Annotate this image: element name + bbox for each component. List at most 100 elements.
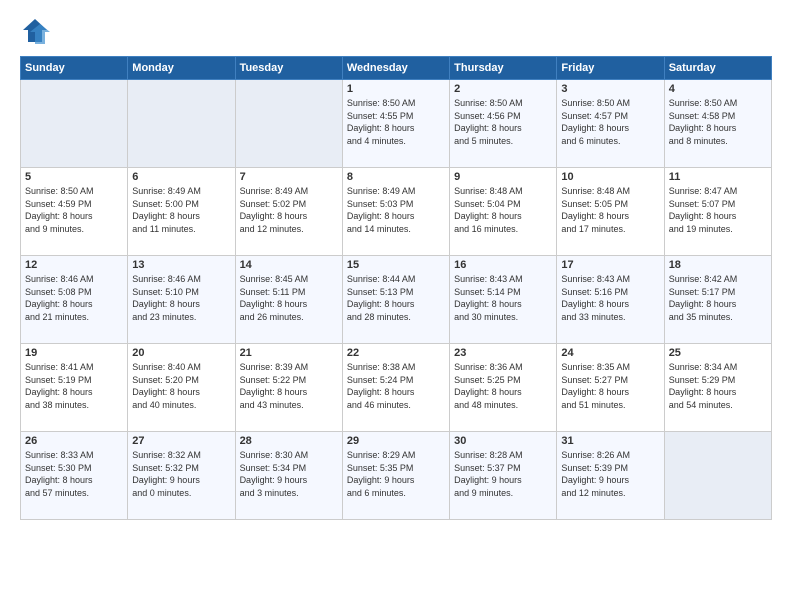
day-number: 7 bbox=[240, 171, 338, 183]
day-cell: 8 Sunrise: 8:49 AM Sunset: 5:03 PM Daylig… bbox=[342, 168, 449, 256]
day-info: Sunrise: 8:48 AM Sunset: 5:04 PM Dayligh… bbox=[454, 185, 552, 235]
day-number: 2 bbox=[454, 83, 552, 95]
page: SundayMondayTuesdayWednesdayThursdayFrid… bbox=[0, 0, 792, 612]
day-cell bbox=[21, 80, 128, 168]
day-cell: 7 Sunrise: 8:49 AM Sunset: 5:02 PM Daylig… bbox=[235, 168, 342, 256]
day-number: 5 bbox=[25, 171, 123, 183]
day-number: 22 bbox=[347, 347, 445, 359]
day-number: 17 bbox=[561, 259, 659, 271]
day-info: Sunrise: 8:26 AM Sunset: 5:39 PM Dayligh… bbox=[561, 449, 659, 499]
header-cell-saturday: Saturday bbox=[664, 57, 771, 80]
day-number: 31 bbox=[561, 435, 659, 447]
day-info: Sunrise: 8:46 AM Sunset: 5:08 PM Dayligh… bbox=[25, 273, 123, 323]
day-info: Sunrise: 8:50 AM Sunset: 4:58 PM Dayligh… bbox=[669, 97, 767, 147]
day-number: 25 bbox=[669, 347, 767, 359]
week-row-1: 5Sunrise: 8:50 AM Sunset: 4:59 PM Daylig… bbox=[21, 168, 772, 256]
day-number: 13 bbox=[132, 259, 230, 271]
day-number: 11 bbox=[669, 171, 767, 183]
day-info: Sunrise: 8:39 AM Sunset: 5:22 PM Dayligh… bbox=[240, 361, 338, 411]
header-cell-thursday: Thursday bbox=[450, 57, 557, 80]
day-cell: 19 Sunrise: 8:41 AM Sunset: 5:19 PM Dayli… bbox=[21, 344, 128, 432]
day-cell: 21 Sunrise: 8:39 AM Sunset: 5:22 PM Dayli… bbox=[235, 344, 342, 432]
day-number: 19 bbox=[25, 347, 123, 359]
day-number: 10 bbox=[561, 171, 659, 183]
day-cell: 24 Sunrise: 8:35 AM Sunset: 5:27 PM Dayli… bbox=[557, 344, 664, 432]
day-cell: 11 Sunrise: 8:47 AM Sunset: 5:07 PM Dayli… bbox=[664, 168, 771, 256]
header bbox=[20, 16, 772, 46]
day-cell: 18 Sunrise: 8:42 AM Sunset: 5:17 PM Dayli… bbox=[664, 256, 771, 344]
day-number: 26 bbox=[25, 435, 123, 447]
day-info: Sunrise: 8:35 AM Sunset: 5:27 PM Dayligh… bbox=[561, 361, 659, 411]
day-number: 3 bbox=[561, 83, 659, 95]
calendar-table: SundayMondayTuesdayWednesdayThursdayFrid… bbox=[20, 56, 772, 520]
day-cell: 10 Sunrise: 8:48 AM Sunset: 5:05 PM Dayli… bbox=[557, 168, 664, 256]
day-cell: 9 Sunrise: 8:48 AM Sunset: 5:04 PM Daylig… bbox=[450, 168, 557, 256]
day-info: Sunrise: 8:40 AM Sunset: 5:20 PM Dayligh… bbox=[132, 361, 230, 411]
day-info: Sunrise: 8:33 AM Sunset: 5:30 PM Dayligh… bbox=[25, 449, 123, 499]
day-number: 9 bbox=[454, 171, 552, 183]
day-number: 15 bbox=[347, 259, 445, 271]
day-info: Sunrise: 8:32 AM Sunset: 5:32 PM Dayligh… bbox=[132, 449, 230, 499]
header-row: SundayMondayTuesdayWednesdayThursdayFrid… bbox=[21, 57, 772, 80]
day-cell: 12 Sunrise: 8:46 AM Sunset: 5:08 PM Dayli… bbox=[21, 256, 128, 344]
header-cell-tuesday: Tuesday bbox=[235, 57, 342, 80]
day-number: 24 bbox=[561, 347, 659, 359]
day-info: Sunrise: 8:49 AM Sunset: 5:03 PM Dayligh… bbox=[347, 185, 445, 235]
day-info: Sunrise: 8:46 AM Sunset: 5:10 PM Dayligh… bbox=[132, 273, 230, 323]
day-info: Sunrise: 8:36 AM Sunset: 5:25 PM Dayligh… bbox=[454, 361, 552, 411]
day-info: Sunrise: 8:48 AM Sunset: 5:05 PM Dayligh… bbox=[561, 185, 659, 235]
header-cell-sunday: Sunday bbox=[21, 57, 128, 80]
day-cell: 15 Sunrise: 8:44 AM Sunset: 5:13 PM Dayli… bbox=[342, 256, 449, 344]
day-info: Sunrise: 8:41 AM Sunset: 5:19 PM Dayligh… bbox=[25, 361, 123, 411]
day-info: Sunrise: 8:34 AM Sunset: 5:29 PM Dayligh… bbox=[669, 361, 767, 411]
day-cell bbox=[128, 80, 235, 168]
week-row-2: 12 Sunrise: 8:46 AM Sunset: 5:08 PM Dayli… bbox=[21, 256, 772, 344]
day-number: 18 bbox=[669, 259, 767, 271]
day-number: 12 bbox=[25, 259, 123, 271]
day-cell: 23Sunrise: 8:36 AM Sunset: 5:25 PM Dayli… bbox=[450, 344, 557, 432]
day-number: 6 bbox=[132, 171, 230, 183]
day-number: 20 bbox=[132, 347, 230, 359]
day-info: Sunrise: 8:47 AM Sunset: 5:07 PM Dayligh… bbox=[669, 185, 767, 235]
day-cell: 13 Sunrise: 8:46 AM Sunset: 5:10 PM Dayli… bbox=[128, 256, 235, 344]
day-cell: 27 Sunrise: 8:32 AM Sunset: 5:32 PM Dayli… bbox=[128, 432, 235, 520]
day-info: Sunrise: 8:43 AM Sunset: 5:16 PM Dayligh… bbox=[561, 273, 659, 323]
day-cell bbox=[664, 432, 771, 520]
day-number: 16 bbox=[454, 259, 552, 271]
day-cell: 2 Sunrise: 8:50 AM Sunset: 4:56 PM Daylig… bbox=[450, 80, 557, 168]
day-cell: 29Sunrise: 8:29 AM Sunset: 5:35 PM Dayli… bbox=[342, 432, 449, 520]
day-info: Sunrise: 8:38 AM Sunset: 5:24 PM Dayligh… bbox=[347, 361, 445, 411]
header-cell-wednesday: Wednesday bbox=[342, 57, 449, 80]
day-number: 14 bbox=[240, 259, 338, 271]
day-info: Sunrise: 8:43 AM Sunset: 5:14 PM Dayligh… bbox=[454, 273, 552, 323]
day-info: Sunrise: 8:42 AM Sunset: 5:17 PM Dayligh… bbox=[669, 273, 767, 323]
day-cell: 4 Sunrise: 8:50 AM Sunset: 4:58 PM Daylig… bbox=[664, 80, 771, 168]
day-number: 29 bbox=[347, 435, 445, 447]
week-row-4: 26 Sunrise: 8:33 AM Sunset: 5:30 PM Dayli… bbox=[21, 432, 772, 520]
day-cell: 14 Sunrise: 8:45 AM Sunset: 5:11 PM Dayli… bbox=[235, 256, 342, 344]
day-info: Sunrise: 8:50 AM Sunset: 4:56 PM Dayligh… bbox=[454, 97, 552, 147]
day-number: 8 bbox=[347, 171, 445, 183]
day-number: 27 bbox=[132, 435, 230, 447]
day-cell: 3 Sunrise: 8:50 AM Sunset: 4:57 PM Daylig… bbox=[557, 80, 664, 168]
day-cell: 28 Sunrise: 8:30 AM Sunset: 5:34 PM Dayli… bbox=[235, 432, 342, 520]
day-info: Sunrise: 8:49 AM Sunset: 5:02 PM Dayligh… bbox=[240, 185, 338, 235]
day-number: 30 bbox=[454, 435, 552, 447]
day-number: 21 bbox=[240, 347, 338, 359]
day-number: 28 bbox=[240, 435, 338, 447]
day-cell: 22 Sunrise: 8:38 AM Sunset: 5:24 PM Dayli… bbox=[342, 344, 449, 432]
week-row-3: 19 Sunrise: 8:41 AM Sunset: 5:19 PM Dayli… bbox=[21, 344, 772, 432]
day-info: Sunrise: 8:45 AM Sunset: 5:11 PM Dayligh… bbox=[240, 273, 338, 323]
day-cell: 16 Sunrise: 8:43 AM Sunset: 5:14 PM Dayli… bbox=[450, 256, 557, 344]
day-info: Sunrise: 8:49 AM Sunset: 5:00 PM Dayligh… bbox=[132, 185, 230, 235]
day-info: Sunrise: 8:44 AM Sunset: 5:13 PM Dayligh… bbox=[347, 273, 445, 323]
day-cell: 31 Sunrise: 8:26 AM Sunset: 5:39 PM Dayli… bbox=[557, 432, 664, 520]
day-info: Sunrise: 8:30 AM Sunset: 5:34 PM Dayligh… bbox=[240, 449, 338, 499]
day-cell: 30Sunrise: 8:28 AM Sunset: 5:37 PM Dayli… bbox=[450, 432, 557, 520]
header-cell-friday: Friday bbox=[557, 57, 664, 80]
day-cell: 20 Sunrise: 8:40 AM Sunset: 5:20 PM Dayli… bbox=[128, 344, 235, 432]
day-info: Sunrise: 8:50 AM Sunset: 4:57 PM Dayligh… bbox=[561, 97, 659, 147]
day-number: 4 bbox=[669, 83, 767, 95]
day-number: 1 bbox=[347, 83, 445, 95]
logo bbox=[20, 16, 54, 46]
